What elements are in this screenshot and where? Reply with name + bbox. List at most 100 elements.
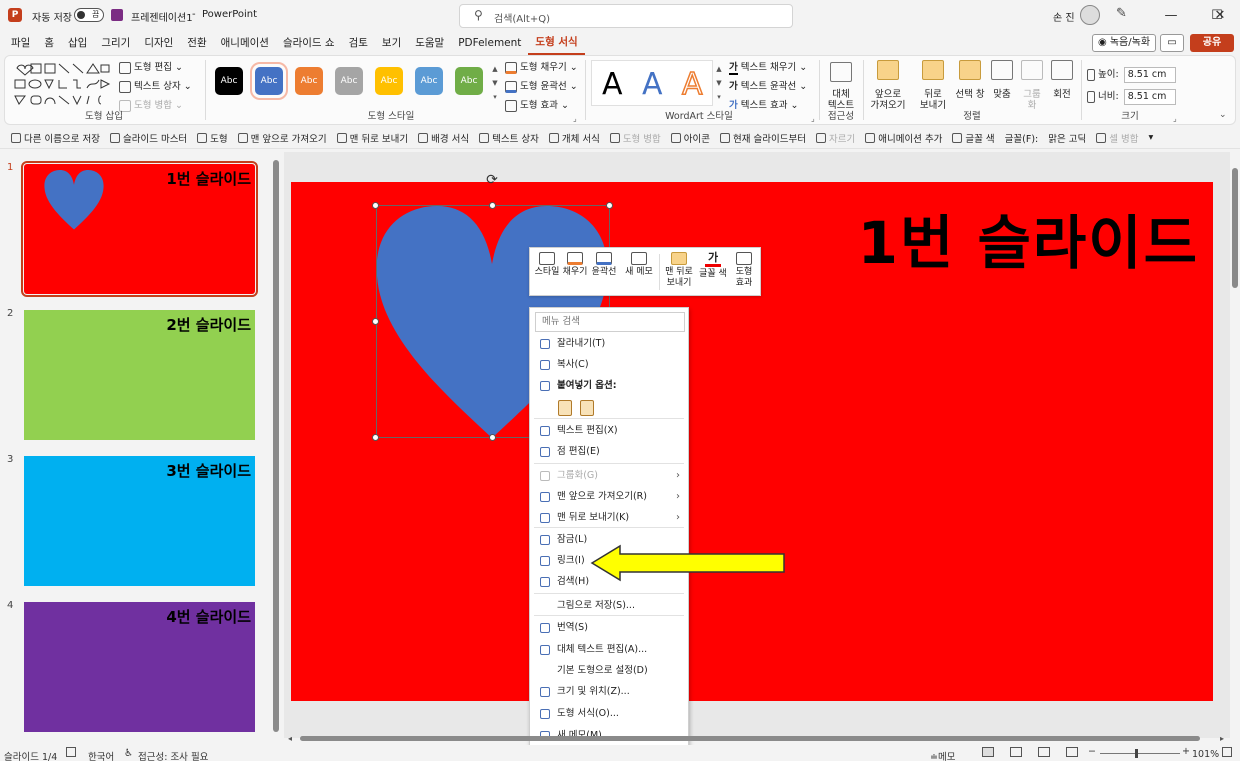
spelling-icon[interactable] <box>66 747 76 757</box>
shape-fill-button[interactable]: 도형 채우기 ⌄ <box>505 59 578 74</box>
qat-item-9[interactable]: 아이콘 <box>666 131 715 145</box>
scroll-left-icon[interactable]: ◂ <box>288 734 292 743</box>
resize-handle[interactable] <box>489 434 496 441</box>
gallery-scroll-icon[interactable]: ▲ ▼ ▾ <box>491 62 499 106</box>
tab-0[interactable]: 파일 <box>4 32 37 54</box>
menu-item[interactable]: 그림으로 저장(S)... <box>530 596 688 616</box>
qat-item-16[interactable]: 셀 병합 <box>1091 131 1143 145</box>
selection-pane-button[interactable]: 선택 창 <box>953 58 987 108</box>
dialog-launcher-icon[interactable]: ⌟ <box>811 114 815 123</box>
share-button[interactable]: 공유 <box>1190 34 1234 52</box>
reading-view-icon[interactable] <box>1038 747 1050 757</box>
shape-outline-button[interactable]: 도형 윤곽선 ⌄ <box>505 78 578 93</box>
menu-item[interactable]: 그룹화(G) › <box>530 466 688 486</box>
resize-handle[interactable] <box>489 202 496 209</box>
slide-thumbnail[interactable]: 2번 슬라이드 <box>24 310 255 440</box>
menu-item[interactable]: 기본 도형으로 설정(D) <box>530 661 688 681</box>
edit-shape-button[interactable]: 도형 편집 ⌄ <box>119 59 183 74</box>
pen-icon[interactable]: ✎ <box>1116 6 1127 21</box>
search-input[interactable]: 검색(Alt+Q) <box>494 10 550 25</box>
slide-thumbnail[interactable]: 3번 슬라이드 <box>24 456 255 586</box>
fit-slide-icon[interactable] <box>1222 747 1232 757</box>
wordart-style-black[interactable]: A <box>602 67 623 102</box>
save-icon[interactable] <box>111 9 123 21</box>
normal-view-icon[interactable] <box>982 747 994 757</box>
menu-item[interactable]: 점 편집(E) <box>530 442 688 462</box>
shape-style-swatch[interactable]: Abc <box>415 67 443 95</box>
tab-12[interactable]: 도형 서식 <box>528 31 585 55</box>
collapse-ribbon-icon[interactable]: ⌄ <box>1219 110 1227 120</box>
wordart-scroll-icon[interactable]: ▲ ▼ ▾ <box>715 62 723 106</box>
avatar[interactable] <box>1080 5 1100 25</box>
mini-style-button[interactable]: 스타일 <box>534 252 560 278</box>
mini-outline-button[interactable]: 윤곽선 <box>590 252 618 278</box>
qat-item-7[interactable]: 개체 서식 <box>544 131 605 145</box>
canvas-scrollbar[interactable] <box>1232 168 1238 288</box>
paste-option-icon[interactable] <box>558 400 572 416</box>
mini-fill-button[interactable]: 채우기 <box>562 252 588 278</box>
dialog-launcher-icon[interactable]: ⌟ <box>573 114 577 123</box>
qat-customize-icon[interactable]: ▾ <box>1143 132 1158 143</box>
qat-item-3[interactable]: 맨 앞으로 가져오기 <box>233 131 332 145</box>
height-input[interactable]: 8.51 cm <box>1123 66 1176 83</box>
tab-9[interactable]: 보기 <box>375 32 408 54</box>
comment-icon[interactable]: ▭ <box>1160 34 1184 52</box>
thumbnail-scrollbar[interactable] <box>273 160 279 732</box>
slide-sorter-icon[interactable] <box>1010 747 1022 757</box>
shape-style-swatch[interactable]: Abc <box>335 67 363 95</box>
autosave-toggle[interactable] <box>74 8 104 22</box>
menu-item[interactable]: 크기 및 위치(Z)... <box>530 682 688 702</box>
tab-4[interactable]: 디자인 <box>137 32 180 54</box>
menu-item[interactable]: 맨 앞으로 가져오기(R) › <box>530 487 688 507</box>
alt-text-button[interactable]: 대체 텍스트 <box>821 60 861 111</box>
rotate-handle-icon[interactable]: ⟳ <box>484 172 500 188</box>
menu-item[interactable]: 텍스트 편집(X) <box>530 421 688 441</box>
rotate-button[interactable]: 회전 <box>1047 58 1077 108</box>
tab-6[interactable]: 애니메이션 <box>214 32 276 54</box>
minimize-button[interactable]: — <box>1148 0 1194 32</box>
text-outline-button[interactable]: 가 텍스트 윤곽선 ⌄ <box>729 78 807 92</box>
qat-item-0[interactable]: 다른 이름으로 저장 <box>6 131 105 145</box>
qat-item-15[interactable]: 맑은 고딕 <box>1043 131 1091 145</box>
tab-8[interactable]: 검토 <box>342 32 375 54</box>
align-button[interactable]: 맞춤 <box>987 58 1017 108</box>
menu-item[interactable]: 대체 텍스트 편집(A)... <box>530 640 688 660</box>
mini-font-color-button[interactable]: 가 글꼴 색 <box>698 252 728 280</box>
slide-show-icon[interactable] <box>1066 747 1078 757</box>
resize-handle[interactable] <box>372 434 379 441</box>
tab-1[interactable]: 홈 <box>37 32 61 54</box>
shape-style-swatch[interactable]: Abc <box>215 67 243 95</box>
qat-item-1[interactable]: 슬라이드 마스터 <box>105 131 192 145</box>
record-button[interactable]: ◉ 녹음/녹화 <box>1092 34 1156 52</box>
scroll-right-icon[interactable]: ▸ <box>1220 734 1224 743</box>
qat-item-8[interactable]: 도형 병합 <box>605 131 666 145</box>
group-button[interactable]: 그룹 화 <box>1017 58 1047 111</box>
zoom-in-icon[interactable]: + <box>1182 746 1190 757</box>
accessibility-icon[interactable]: ♿ <box>124 748 133 759</box>
zoom-out-icon[interactable]: − <box>1088 746 1096 757</box>
tab-7[interactable]: 슬라이드 쇼 <box>276 32 342 54</box>
text-fill-button[interactable]: 가 텍스트 채우기 ⌄ <box>729 59 807 75</box>
close-button[interactable]: ✕ <box>1200 0 1240 32</box>
mini-shape-effects-button[interactable]: 도형 효과 <box>730 252 758 289</box>
menu-item[interactable]: 번역(S) <box>530 618 688 638</box>
send-backward-button[interactable]: 뒤로 보내기 <box>911 58 955 111</box>
menu-item[interactable]: 잘라내기(T) <box>530 334 688 354</box>
tab-10[interactable]: 도움말 <box>408 32 451 54</box>
slide-thumbnail[interactable]: 4번 슬라이드 <box>24 602 255 732</box>
shape-style-swatch[interactable]: Abc <box>295 67 323 95</box>
resize-handle[interactable] <box>372 202 379 209</box>
notes-button[interactable]: ≐메모 <box>930 749 955 761</box>
qat-item-14[interactable]: 글꼴(F): <box>1000 131 1044 145</box>
shape-style-swatch[interactable]: Abc <box>250 62 288 100</box>
mini-new-comment-button[interactable]: 새 메모 <box>622 252 656 278</box>
tab-11[interactable]: PDFelement <box>451 32 528 54</box>
qat-item-13[interactable]: 글꼴 색 <box>947 131 999 145</box>
wordart-gallery[interactable]: A A A <box>591 60 713 106</box>
wordart-style-orange-outline[interactable]: A <box>681 66 703 103</box>
menu-item[interactable]: 복사(C) <box>530 355 688 375</box>
zoom-level[interactable]: 101% <box>1192 749 1219 760</box>
menu-search-input[interactable]: 메뉴 검색 <box>535 312 685 332</box>
language-label[interactable]: 한국어 <box>88 749 114 761</box>
wordart-style-blue[interactable]: A <box>642 67 663 102</box>
